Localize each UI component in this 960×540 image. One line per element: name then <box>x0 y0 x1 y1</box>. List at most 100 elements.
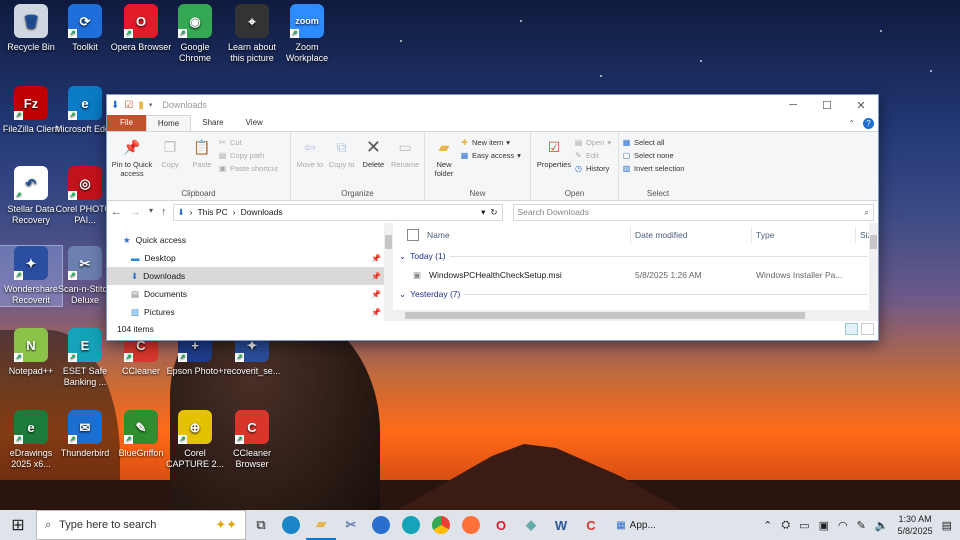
select-all-button[interactable]: ▦ Select all <box>622 138 684 147</box>
download-arrow-icon[interactable]: ⬇ <box>111 100 119 111</box>
file-list-vscrollbar[interactable] <box>869 223 878 311</box>
copy-path-button[interactable]: ▤ Copy path <box>218 151 278 160</box>
sidebar-item-desktop[interactable]: ▬ Desktop 📌 <box>107 249 393 267</box>
notifications-icon[interactable]: ▤ <box>942 519 952 532</box>
file-explorer-taskbar-icon[interactable]: ▰ <box>306 510 336 540</box>
search-downloads-input[interactable]: Search Downloads ⌕ <box>512 203 874 221</box>
select-none-button[interactable]: ▢ Select none <box>622 151 684 160</box>
tab-home[interactable]: Home <box>145 115 192 131</box>
file-list-vscroll-thumb[interactable] <box>870 235 877 249</box>
refresh-icon[interactable]: ↻ <box>490 207 497 218</box>
taskbar-clock[interactable]: 1:30 AM 5/8/2025 <box>898 513 933 537</box>
history-button[interactable]: ◷ History <box>574 164 611 173</box>
firefox-taskbar-icon[interactable] <box>456 510 486 540</box>
eset-taskbar-icon[interactable] <box>396 510 426 540</box>
nav-scroll-thumb[interactable] <box>385 235 392 249</box>
wifi-icon[interactable]: ◠ <box>838 519 848 532</box>
desktop-icon-recycle-bin[interactable]: 🗑 Recycle Bin <box>0 4 62 53</box>
widgets-taskbar-icon[interactable]: ▦ App... <box>606 510 666 540</box>
maximize-button[interactable]: ☐ <box>810 99 844 112</box>
chevron-up-icon[interactable]: ⌃ <box>763 519 772 532</box>
sidebar-item-documents[interactable]: ▤ Documents 📌 <box>107 285 393 303</box>
paste-shortcut-button[interactable]: ▣ Paste shortcut <box>218 164 278 173</box>
cut-button[interactable]: ✂ Cut <box>218 138 278 147</box>
group-header-today[interactable]: ⌄ Today (1) <box>393 247 878 265</box>
desktop-icon-thunderbird[interactable]: ✉ ↗ Thunderbird <box>54 410 116 459</box>
desktop-icon-google-chrome[interactable]: ◉ ↗ Google Chrome <box>164 4 226 64</box>
breadcrumb-this-pc[interactable]: This PC <box>197 207 227 217</box>
tab-share[interactable]: Share <box>191 115 234 131</box>
tab-file[interactable]: File <box>107 115 146 131</box>
app-taskbar-icon[interactable] <box>366 510 396 540</box>
chevron-down-icon[interactable]: ▾ <box>149 101 153 109</box>
sidebar-item-quick-access[interactable]: ★ Quick access <box>107 231 393 249</box>
group-header-yesterday[interactable]: ⌄ Yesterday (7) <box>393 285 878 303</box>
desktop-icon-notepad[interactable]: N ↗ Notepad++ <box>0 328 62 377</box>
address-dropdown-icon[interactable]: ▾ <box>481 207 485 218</box>
desktop-icon-filezilla-client[interactable]: Fz ↗ FileZilla Client <box>0 86 62 135</box>
collapse-ribbon-icon[interactable]: ⌃ <box>848 119 855 128</box>
chevron-down-icon[interactable]: ▾ <box>149 206 153 218</box>
desktop-icon-edrawings-2025-x6[interactable]: e ↗ eDrawings 2025 x6... <box>0 410 62 470</box>
up-arrow-icon[interactable]: ↑ <box>161 206 167 218</box>
new-item-button[interactable]: ✚ New item ▾ <box>460 138 521 147</box>
address-box[interactable]: ⬇ › This PC › Downloads ▾ ↻ <box>172 203 503 221</box>
desktop-icon-learn-about-this-picture[interactable]: ⌖ Learn about this picture <box>221 4 283 64</box>
app-icon: zoom ↗ <box>290 4 324 38</box>
select-all-checkbox[interactable] <box>407 228 419 241</box>
sidebar-item-downloads[interactable]: ⬇ Downloads 📌 <box>107 267 393 285</box>
desktop-icon-ccleaner-browser[interactable]: C ↗ CCleaner Browser <box>221 410 283 470</box>
desktop-icon-stellar-data-recovery[interactable]: ↶ ↗ Stellar Data Recovery <box>0 166 62 226</box>
explorer-window[interactable]: ⬇ ☑ ▮ ▾ Downloads ─ ☐ ✕ File Home Share … <box>106 94 879 341</box>
pen-icon[interactable]: ✎ <box>857 519 866 532</box>
invert-selection-button[interactable]: ▨ Invert selection <box>622 164 685 173</box>
volume-icon[interactable]: 🔈 <box>875 519 889 532</box>
close-button[interactable]: ✕ <box>844 99 878 112</box>
breadcrumb-downloads[interactable]: Downloads <box>241 207 283 217</box>
title-bar[interactable]: ⬇ ☑ ▮ ▾ Downloads ─ ☐ ✕ <box>107 95 878 115</box>
ccleaner-taskbar-icon[interactable]: C <box>576 510 606 540</box>
msi-file-icon: ▣ <box>413 269 422 280</box>
tab-view[interactable]: View <box>235 115 274 131</box>
opera-taskbar-icon[interactable]: O <box>486 510 516 540</box>
tray-screen-icon[interactable]: ▣ <box>819 519 829 532</box>
properties-check-icon[interactable]: ☑ <box>124 100 133 111</box>
column-type[interactable]: Type <box>752 226 856 243</box>
invert-selection-label: Invert selection <box>634 164 685 173</box>
table-row[interactable]: ▣ WindowsPCHealthCheckSetup.msi 5/8/2025… <box>393 265 878 285</box>
nav-scrollbar[interactable] <box>384 223 393 321</box>
app-taskbar-icon-2[interactable]: ◆ <box>516 510 546 540</box>
new-group-label: New <box>469 189 486 198</box>
edge-taskbar-icon[interactable] <box>276 510 306 540</box>
file-list-hscrollbar[interactable] <box>393 310 878 321</box>
column-name[interactable]: Name <box>423 226 631 243</box>
scan-n-stitch-taskbar-icon[interactable]: ✂ <box>336 510 366 540</box>
back-arrow-icon[interactable]: ← <box>111 206 122 218</box>
desktop-icon-opera-browser[interactable]: O ↗ Opera Browser <box>110 4 172 53</box>
details-view-icon[interactable] <box>845 323 858 335</box>
tray-display-icon[interactable]: ▭ <box>799 519 809 532</box>
quick-access-toolbar: ⬇ ☑ ▮ ▾ <box>111 100 152 111</box>
edit-button[interactable]: ✎ Edit <box>574 151 611 160</box>
windows-start-icon[interactable]: ⊞ <box>0 515 36 535</box>
minimize-button[interactable]: ─ <box>776 99 810 112</box>
column-date-modified[interactable]: Date modified <box>631 226 752 243</box>
help-icon[interactable]: ? <box>863 117 874 129</box>
forward-arrow-icon[interactable]: → <box>130 206 141 218</box>
large-icons-view-icon[interactable] <box>861 323 874 335</box>
chrome-taskbar-icon[interactable] <box>426 510 456 540</box>
task-view-icon[interactable]: ⧉ <box>246 510 276 540</box>
desktop-icon-toolkit[interactable]: ⟳ ↗ Toolkit <box>54 4 116 53</box>
desktop-icon-corel-capture-2[interactable]: ⊕ ↗ Corel CAPTURE 2... <box>164 410 226 470</box>
desktop-icon-bluegriffon[interactable]: ✎ ↗ BlueGriffon <box>110 410 172 459</box>
sidebar-item-pictures[interactable]: ▨ Pictures 📌 <box>107 303 393 321</box>
taskbar-search-input[interactable]: ⌕ Type here to search ✦✦ <box>36 510 246 540</box>
tray-app-icon[interactable]: ⛭ <box>781 519 790 532</box>
folder-icon[interactable]: ▮ <box>138 100 144 111</box>
file-list-hscroll-thumb[interactable] <box>405 312 805 319</box>
desktop-icon-zoom-workplace[interactable]: zoom ↗ Zoom Workplace <box>276 4 338 64</box>
easy-access-button[interactable]: ▦ Easy access ▾ <box>460 151 521 160</box>
desktop-icon-wondershare-recoverit[interactable]: ✦ ↗ Wondershare Recoverit <box>0 245 63 307</box>
word-taskbar-icon[interactable]: W <box>546 510 576 540</box>
open-button[interactable]: ▤ Open ▾ <box>574 138 611 147</box>
